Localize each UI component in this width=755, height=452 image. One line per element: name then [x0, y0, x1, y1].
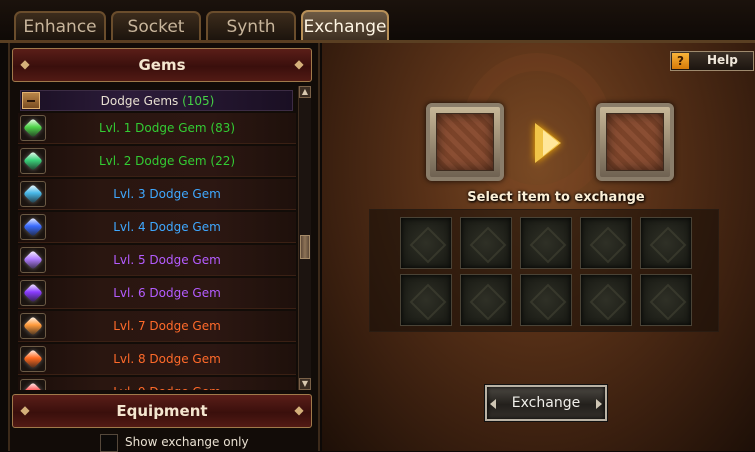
gems-header-label: Gems — [138, 56, 186, 74]
category-count: (105) — [182, 94, 215, 108]
gem-icon — [20, 247, 46, 273]
gem-icon — [20, 214, 46, 240]
gem-icon — [20, 346, 46, 372]
gem-list-item[interactable]: Lvl. 8 Dodge Gem — [18, 344, 296, 375]
ornament-icon: ◆ — [20, 57, 30, 71]
list-scrollbar[interactable]: ▲ ▼ — [298, 86, 311, 390]
gem-icon — [20, 379, 46, 390]
gem-list-item[interactable]: Lvl. 3 Dodge Gem — [18, 179, 296, 210]
gem-item-label: Lvl. 9 Dodge Gem — [48, 377, 286, 390]
ornament-icon: ◆ — [294, 57, 304, 71]
gem-list-item[interactable]: Lvl. 6 Dodge Gem — [18, 278, 296, 309]
gem-item-label: Lvl. 3 Dodge Gem — [113, 187, 221, 201]
ornament-icon: ◆ — [20, 403, 30, 417]
equipment-header[interactable]: ◆ Equipment ◆ — [12, 394, 312, 428]
gem-icon — [20, 148, 46, 174]
gem-item-label: Lvl. 5 Dodge Gem — [113, 253, 221, 267]
help-button[interactable]: ? Help — [670, 51, 754, 71]
gem-list-item[interactable]: Lvl. 9 Dodge Gem — [18, 377, 296, 390]
gem-list: Lvl. 1 Dodge Gem (83) Lvl. 2 Dodge Gem (2… — [18, 113, 296, 390]
scroll-up-icon[interactable]: ▲ — [299, 86, 311, 98]
help-label: Help — [707, 53, 738, 67]
gem-icon — [20, 313, 46, 339]
arrow-highlight — [543, 130, 559, 156]
gems-header[interactable]: ◆ Gems ◆ — [12, 48, 312, 82]
category-dodge-gems[interactable]: Dodge Gems (105) — [20, 90, 293, 111]
show-exchange-only-label: Show exchange only — [125, 435, 249, 449]
gem-icon — [20, 115, 46, 141]
tab-enhance[interactable]: Enhance — [14, 11, 106, 40]
exchange-grid-cell[interactable] — [400, 217, 452, 269]
gem-list-item[interactable]: Lvl. 1 Dodge Gem (83) — [18, 113, 296, 144]
exchange-grid-cell[interactable] — [580, 274, 632, 326]
exchange-grid-cell[interactable] — [520, 217, 572, 269]
category-label: Dodge Gems (105) — [21, 91, 294, 111]
select-item-label: Select item to exchange — [467, 190, 645, 205]
tab-socket[interactable]: Socket — [111, 11, 201, 40]
exchange-button[interactable]: Exchange — [485, 385, 607, 421]
scroll-down-icon[interactable]: ▼ — [299, 378, 311, 390]
exchange-panel: ? Help Select item to exchange Exchange — [322, 43, 755, 451]
tab-synth[interactable]: Synth — [206, 11, 296, 40]
exchange-grid-cell[interactable] — [460, 274, 512, 326]
question-icon: ? — [672, 53, 689, 69]
gem-item-label: Lvl. 1 Dodge Gem (83) — [98, 121, 236, 135]
source-item-slot[interactable] — [426, 103, 504, 181]
exchange-grid — [369, 209, 719, 332]
gem-list-item[interactable]: Lvl. 4 Dodge Gem — [18, 212, 296, 243]
gem-item-label: Lvl. 6 Dodge Gem — [113, 286, 221, 300]
gem-item-label: Lvl. 2 Dodge Gem (22) — [98, 154, 236, 168]
gem-list-item[interactable]: Lvl. 7 Dodge Gem — [18, 311, 296, 342]
gem-icon — [20, 280, 46, 306]
gem-item-label: Lvl. 7 Dodge Gem — [113, 319, 221, 333]
gem-list-item[interactable]: Lvl. 5 Dodge Gem — [18, 245, 296, 276]
gem-icon — [20, 181, 46, 207]
result-item-slot[interactable] — [596, 103, 674, 181]
exchange-grid-cell[interactable] — [520, 274, 572, 326]
exchange-grid-cell[interactable] — [400, 274, 452, 326]
equipment-header-label: Equipment — [116, 402, 208, 420]
tab-bar: Enhance Socket Synth Exchange — [0, 0, 755, 43]
tab-exchange[interactable]: Exchange — [301, 10, 389, 41]
category-name: Dodge Gems — [100, 94, 179, 108]
exchange-grid-cell[interactable] — [460, 217, 512, 269]
ornament-icon: ◆ — [294, 403, 304, 417]
exchange-grid-cell[interactable] — [640, 274, 692, 326]
exchange-grid-cell[interactable] — [640, 217, 692, 269]
gem-item-label: Lvl. 4 Dodge Gem — [113, 220, 221, 234]
gem-list-item[interactable]: Lvl. 2 Dodge Gem (22) — [18, 146, 296, 177]
scroll-thumb[interactable] — [300, 235, 310, 259]
gem-item-label: Lvl. 8 Dodge Gem — [113, 352, 221, 366]
exchange-grid-cell[interactable] — [580, 217, 632, 269]
show-exchange-only-checkbox[interactable] — [100, 434, 118, 452]
